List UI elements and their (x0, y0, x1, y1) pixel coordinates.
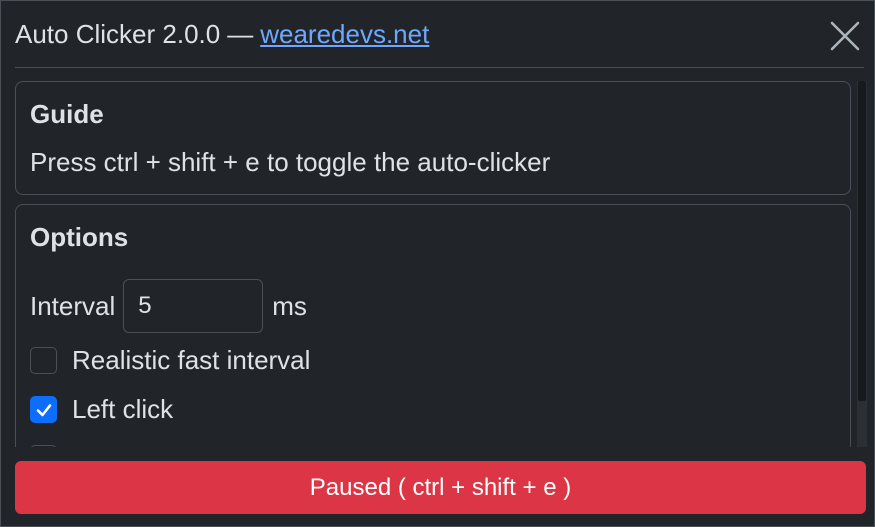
website-link[interactable]: wearedevs.net (260, 19, 429, 49)
realistic-interval-checkbox[interactable] (30, 347, 57, 374)
left-click-label: Left click (72, 394, 174, 424)
checkmark-icon (36, 403, 51, 416)
scrollbar[interactable] (857, 81, 867, 447)
close-button[interactable] (830, 21, 860, 51)
interval-input[interactable] (123, 279, 264, 333)
left-click-checkbox[interactable] (30, 396, 57, 423)
app-window: Auto Clicker 2.0.0— wearedevs.net Guide P… (0, 0, 875, 527)
option-row-partial[interactable] (30, 437, 836, 447)
guide-heading: Guide (30, 99, 104, 129)
window-title: Auto Clicker 2.0.0— wearedevs.net (15, 19, 429, 50)
scrollbar-thumb[interactable] (858, 81, 866, 401)
option-checkbox-partial[interactable] (30, 445, 57, 447)
title-bar: Auto Clicker 2.0.0— wearedevs.net (15, 1, 864, 68)
title-separator: — (227, 18, 254, 49)
toggle-status-button[interactable]: Paused ( ctrl + shift + e ) (15, 461, 866, 514)
app-name: Auto Clicker 2.0.0 (15, 18, 221, 49)
options-heading: Options (30, 222, 129, 252)
interval-row: Interval ms (30, 279, 836, 333)
interval-unit: ms (272, 290, 307, 321)
options-card: Options Interval ms Realistic fast inter… (15, 204, 851, 447)
guide-card: Guide Press ctrl + shift + e to toggle t… (15, 81, 851, 195)
guide-text: Press ctrl + shift + e to toggle the aut… (30, 147, 551, 177)
scroll-content[interactable]: Guide Press ctrl + shift + e to toggle t… (15, 81, 857, 447)
realistic-interval-row[interactable]: Realistic fast interval (30, 339, 836, 382)
realistic-interval-label: Realistic fast interval (72, 345, 311, 375)
left-click-row[interactable]: Left click (30, 388, 836, 431)
interval-label: Interval (30, 290, 116, 321)
close-icon (830, 21, 860, 51)
